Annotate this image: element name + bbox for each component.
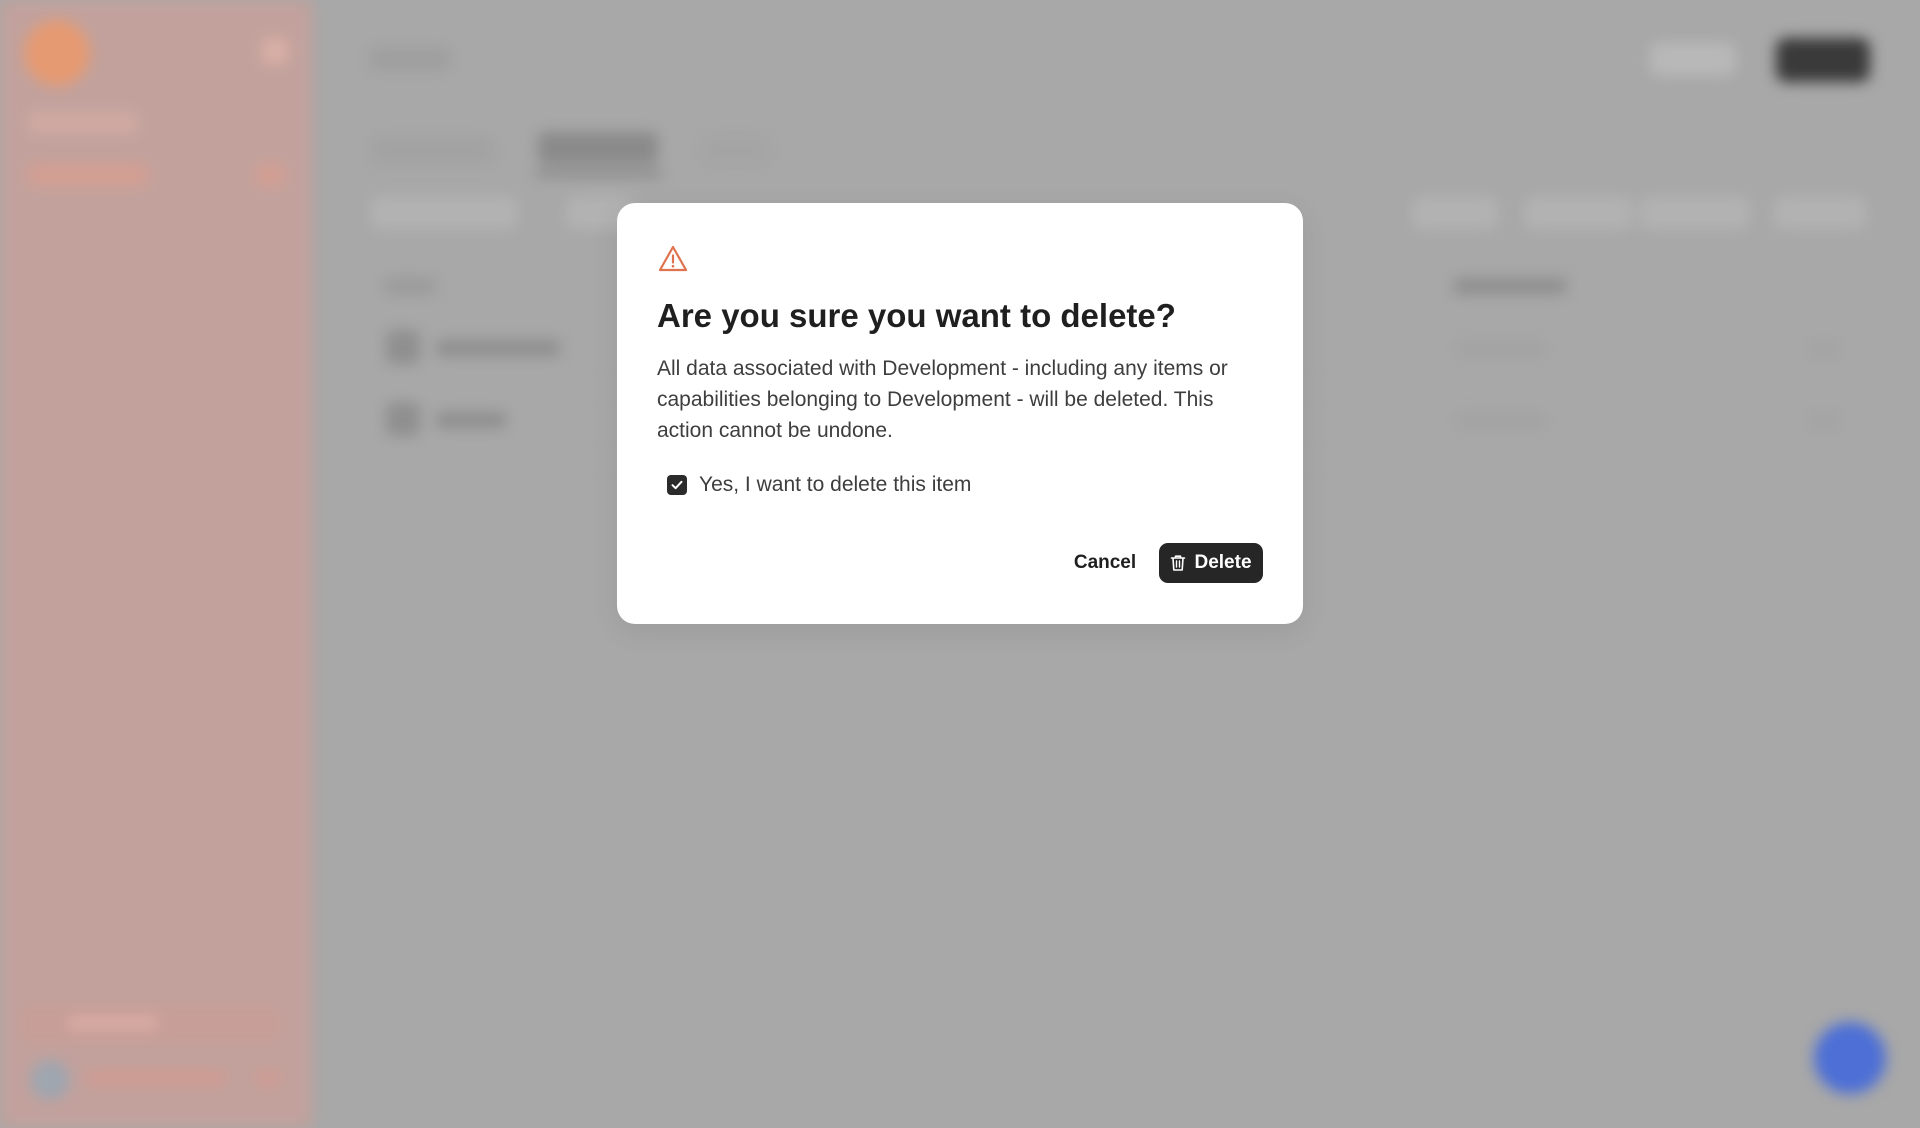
avatar	[30, 1060, 70, 1100]
table-header	[1454, 278, 1566, 294]
tab	[372, 136, 494, 164]
toolbar-button	[1640, 196, 1750, 230]
tab-active	[538, 132, 658, 164]
tab	[702, 136, 770, 164]
sidebar-user-name	[86, 1070, 226, 1086]
sidebar-item	[28, 112, 138, 134]
sidebar	[0, 0, 312, 1128]
dialog-description: All data associated with Development - i…	[657, 357, 1228, 442]
sidebar-bottom-label	[68, 1016, 158, 1030]
checkmark-icon	[671, 480, 683, 490]
delete-confirm-dialog: Are you sure you want to delete? All dat…	[617, 203, 1303, 624]
filter-chip	[370, 196, 518, 230]
tab-indicator	[536, 172, 662, 175]
delete-button-label: Delete	[1194, 552, 1252, 573]
delete-button[interactable]: Delete	[1159, 543, 1263, 583]
toolbar-button	[1524, 196, 1632, 230]
trash-icon	[1171, 555, 1186, 571]
table-header	[384, 278, 436, 294]
table-row	[436, 340, 560, 356]
confirm-checkbox-label[interactable]: Yes, I want to delete this item	[699, 473, 971, 497]
toolbar-button	[1774, 196, 1866, 230]
help-chat-button	[1814, 1022, 1886, 1094]
row-menu-icon	[1810, 415, 1838, 427]
row-menu-icon	[1810, 343, 1838, 355]
page-title	[370, 48, 450, 70]
dialog-title: Are you sure you want to delete?	[657, 297, 1176, 334]
header-primary-button	[1776, 38, 1870, 82]
app-logo	[24, 20, 90, 86]
warning-triangle-icon	[658, 245, 688, 272]
toolbar-button	[1412, 196, 1498, 230]
sidebar-collapse-icon	[262, 38, 288, 64]
sidebar-user-menu-icon	[256, 1070, 280, 1086]
row-icon	[386, 402, 420, 436]
row-meta	[1456, 414, 1546, 428]
header-secondary-button	[1650, 42, 1736, 76]
row-meta	[1456, 342, 1546, 356]
cancel-button[interactable]: Cancel	[1047, 543, 1163, 583]
table-row	[436, 412, 506, 428]
sidebar-item-badge	[256, 164, 284, 186]
confirm-checkbox[interactable]	[667, 475, 687, 495]
sidebar-bottom-item	[20, 1004, 280, 1044]
confirm-checkbox-row[interactable]: Yes, I want to delete this item	[667, 473, 971, 497]
sidebar-item-active	[28, 164, 148, 186]
row-icon	[386, 330, 420, 364]
